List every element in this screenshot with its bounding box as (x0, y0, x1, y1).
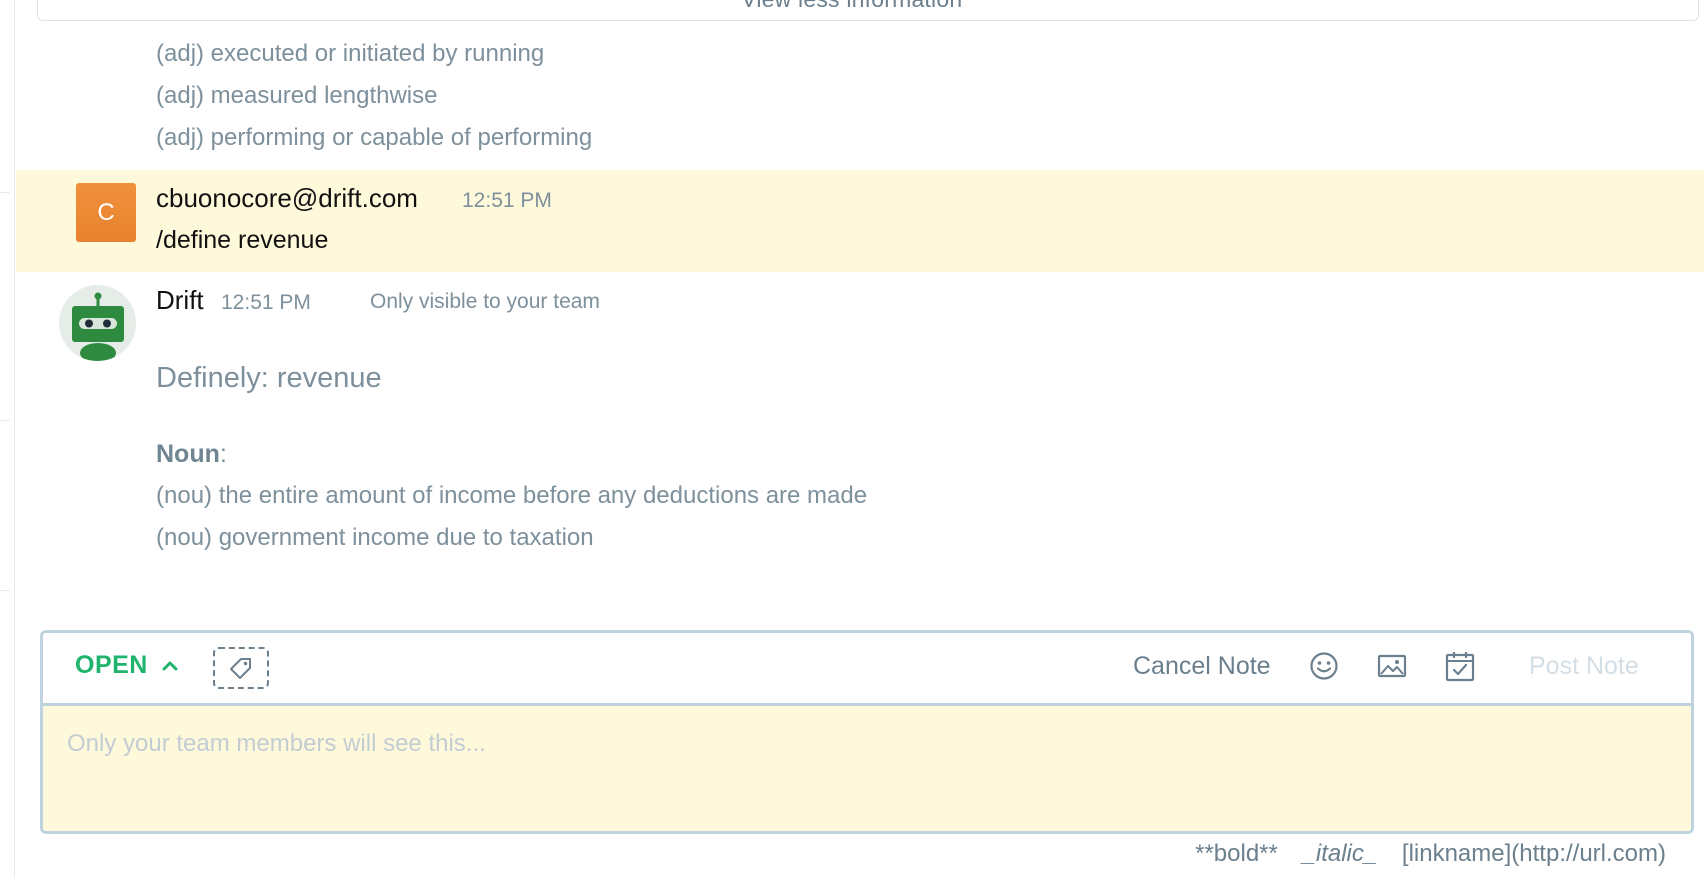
definition-line: (adj) measured lengthwise (156, 82, 438, 109)
post-note-button[interactable]: Post Note (1529, 652, 1639, 681)
view-less-button[interactable]: View less information (37, 0, 1699, 21)
emoji-icon (1310, 652, 1338, 680)
definition-line: (adj) executed or initiated by running (156, 40, 545, 67)
message-text: /define revenue (156, 226, 329, 254)
definition-title: Definely: revenue (156, 362, 382, 394)
definition-line: (nou) the entire amount of income before… (156, 482, 868, 509)
status-dropdown[interactable]: OPEN (75, 651, 178, 680)
part-of-speech: Noun (156, 440, 220, 468)
composer-toolbar: OPEN Cancel Note Post Note (43, 633, 1691, 706)
note-area[interactable] (43, 706, 1691, 831)
note-composer: OPEN Cancel Note Post Note Only your tea… (40, 630, 1694, 834)
bold-hint: **bold** (1195, 840, 1278, 867)
cancel-note-button[interactable]: Cancel Note (1133, 652, 1271, 681)
message-timestamp: 12:51 PM (462, 189, 552, 212)
bot-avatar (59, 285, 136, 361)
rail-divider (0, 420, 10, 421)
tag-icon (230, 658, 251, 679)
user-avatar[interactable]: C (76, 183, 136, 242)
view-less-label: View less information (741, 0, 962, 13)
rail-divider (0, 590, 10, 591)
left-rail (0, 0, 15, 878)
emoji-button[interactable] (1308, 650, 1340, 682)
image-button[interactable] (1376, 650, 1408, 682)
format-hints: **bold** _italic_ [linkname](http://url.… (1177, 840, 1666, 868)
italic-hint-text: _italic_ (1302, 840, 1378, 867)
link-hint: [linkname](http://url.com) (1401, 840, 1666, 867)
calendar-check-icon (1445, 652, 1475, 682)
bot-timestamp: 12:51 PM (221, 291, 311, 314)
definition-line: (nou) government income due to taxation (156, 524, 594, 551)
chevron-up-icon (162, 661, 178, 670)
definition-line: (adj) performing or capable of performin… (156, 124, 593, 151)
note-input[interactable] (67, 724, 1647, 764)
italic-hint: _italic_ (1303, 840, 1378, 867)
part-of-speech-label: Noun: (156, 440, 227, 469)
visibility-note: Only visible to your team (370, 290, 600, 313)
add-tag-button[interactable] (213, 647, 269, 689)
robot-icon (72, 292, 124, 361)
rail-divider (0, 192, 10, 193)
image-icon (1377, 654, 1407, 678)
bot-author[interactable]: Drift (156, 285, 204, 316)
schedule-button[interactable] (1444, 650, 1476, 682)
part-of-speech-suffix: : (219, 440, 227, 468)
status-label: OPEN (75, 651, 148, 679)
message-author[interactable]: cbuonocore@drift.com (156, 183, 418, 214)
